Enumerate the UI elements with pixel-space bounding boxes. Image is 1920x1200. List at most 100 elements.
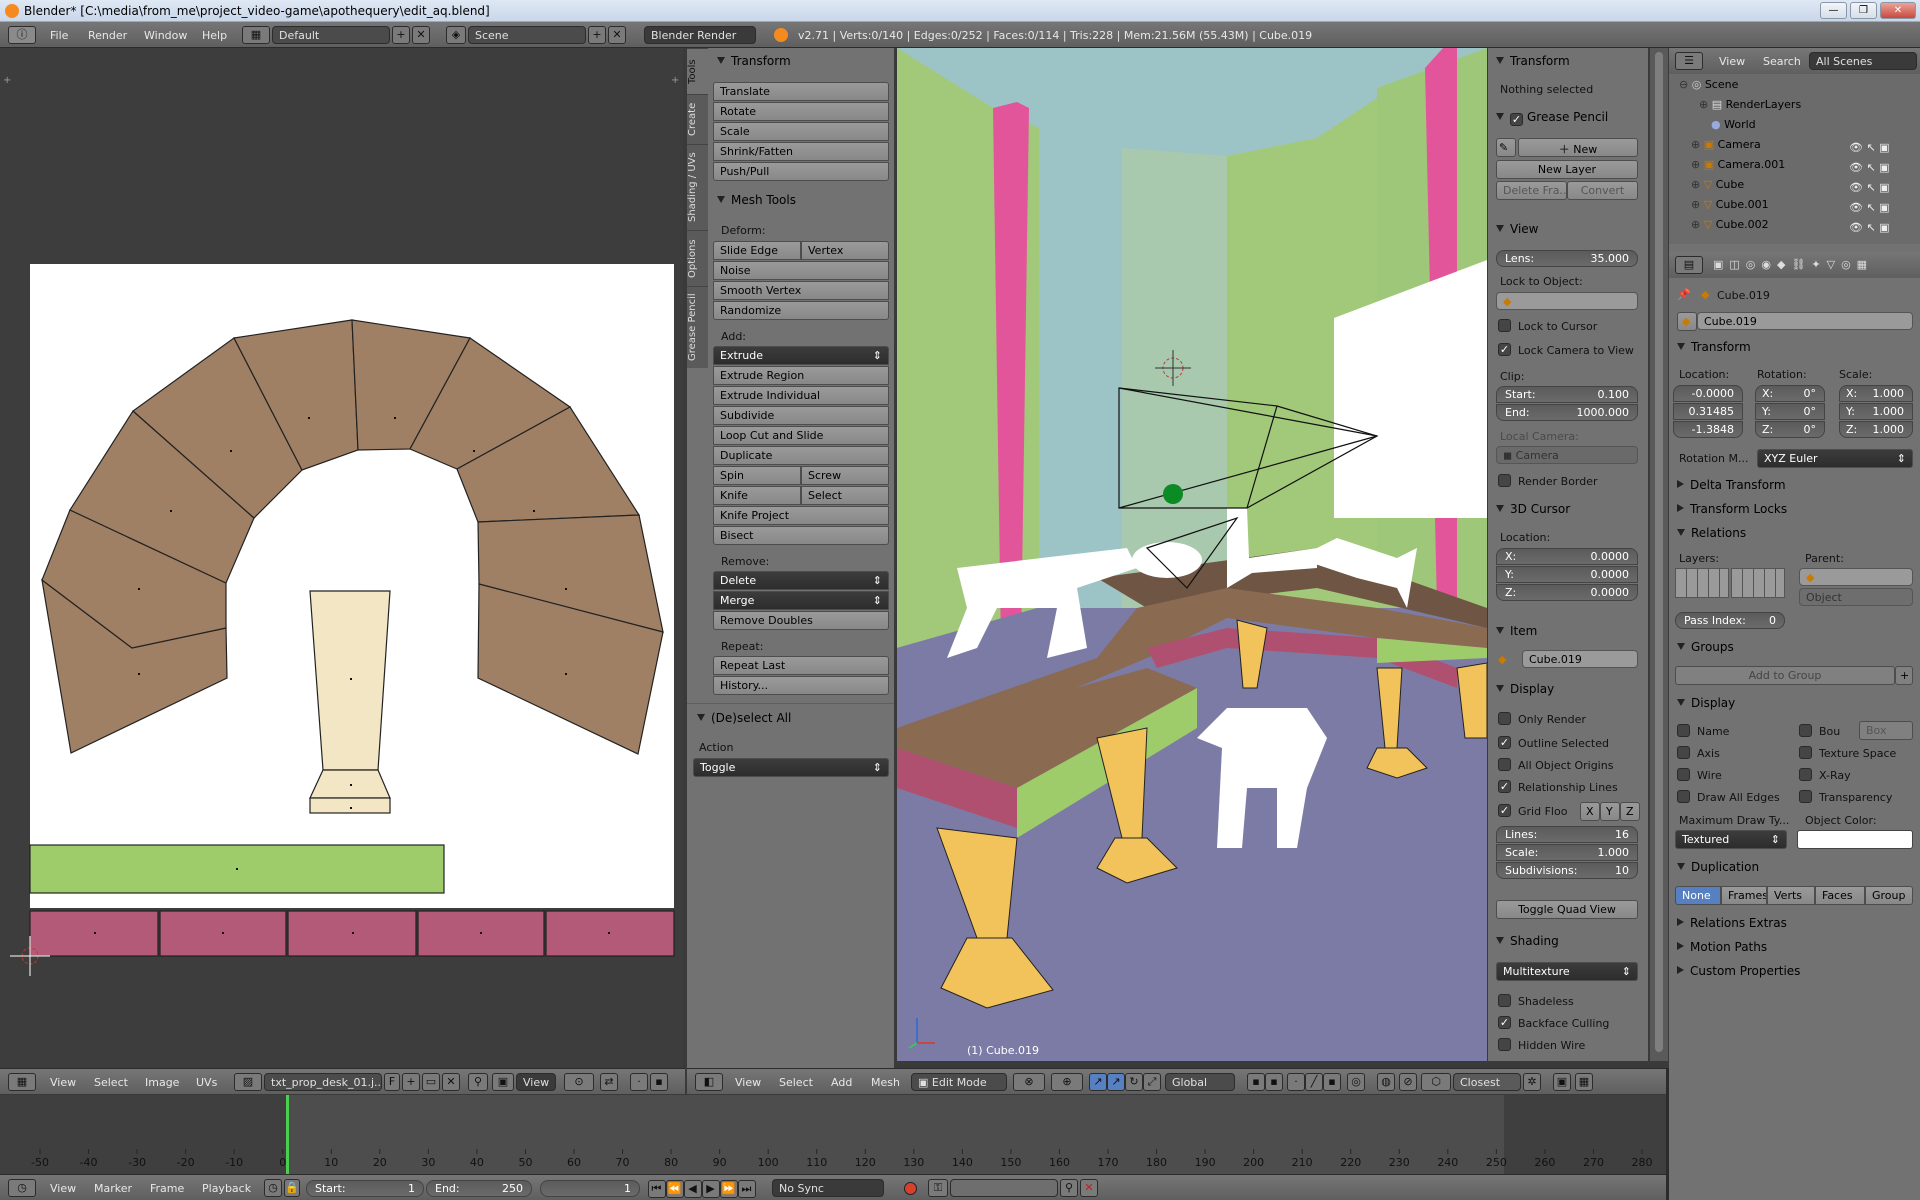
3d-select-menu[interactable]: Select: [779, 1076, 813, 1089]
pin-icon[interactable]: 📌: [1677, 288, 1691, 301]
pass-index-field[interactable]: Pass Index: 0: [1675, 612, 1785, 629]
jump-end-icon[interactable]: ⏭: [738, 1180, 756, 1198]
outliner[interactable]: ☰ View Search All Scenes ⊖ ◎ Scene ⊕ ▤ R…: [1669, 48, 1920, 244]
knife-project-button[interactable]: Knife Project: [713, 506, 889, 525]
cursor-y-field[interactable]: Y: 0.0000: [1496, 566, 1638, 583]
push-pull-button[interactable]: Push/Pull: [713, 162, 889, 181]
remove-doubles-button[interactable]: Remove Doubles: [713, 611, 889, 630]
merge-menu[interactable]: Merge ⇕: [713, 591, 889, 610]
face-mode-icon[interactable]: ▪: [1323, 1073, 1341, 1091]
render-animation-icon[interactable]: ▦: [1575, 1073, 1593, 1091]
knife-button[interactable]: Knife: [713, 486, 801, 505]
tab-shading-uvs[interactable]: Shading / UVs: [687, 144, 708, 230]
visibility-icons[interactable]: 👁 ↖ ▣ 👁 ↖ ▣ 👁 ↖ ▣ 👁 ↖ ▣ 👁 ↖ ▣: [1849, 138, 1890, 238]
scene-field[interactable]: Scene: [468, 26, 586, 44]
layers-grid-left[interactable]: [1675, 568, 1729, 598]
insert-keyframe-icon[interactable]: ⚲: [1060, 1179, 1078, 1197]
pivot-icon[interactable]: ⊙: [564, 1073, 594, 1091]
add-group-plus-icon[interactable]: +: [1895, 666, 1913, 685]
uv-view-select[interactable]: View: [516, 1073, 556, 1091]
open-image-icon[interactable]: ▭: [422, 1073, 440, 1091]
render-engine-select[interactable]: Blender Render: [644, 26, 756, 44]
translate-manipulator-icon[interactable]: ↗: [1107, 1073, 1125, 1091]
outliner-row-renderlayers[interactable]: ⊕ ▤ RenderLayers: [1699, 98, 1899, 114]
start-frame-field[interactable]: Start: 1: [306, 1180, 424, 1197]
grid-subdivisions-field[interactable]: Subdivisions: 10: [1496, 862, 1638, 879]
snap-toggle-icon[interactable]: ⊘: [1399, 1073, 1417, 1091]
3d-mesh-menu[interactable]: Mesh: [871, 1076, 900, 1089]
maximize-button[interactable]: ❐: [1850, 2, 1877, 19]
parent-type-select[interactable]: Object: [1799, 588, 1913, 606]
fake-user-button[interactable]: F: [384, 1073, 400, 1091]
prev-keyframe-icon[interactable]: ⏪: [666, 1180, 684, 1198]
draw-all-edges-checkbox[interactable]: [1677, 790, 1690, 803]
new-layer-button[interactable]: New Layer: [1496, 160, 1638, 179]
limit-selection-icon[interactable]: ◍: [1377, 1073, 1395, 1091]
parent-field[interactable]: ◆: [1799, 568, 1913, 586]
shadeless-checkbox[interactable]: [1498, 994, 1511, 1007]
new-image-icon[interactable]: +: [402, 1073, 420, 1091]
scale-button[interactable]: Scale: [713, 122, 889, 141]
rotation-mode-select[interactable]: XYZ Euler ⇕: [1757, 449, 1913, 468]
lock-object-field[interactable]: ◆: [1496, 292, 1638, 310]
n-transform-header[interactable]: Transform: [1496, 54, 1570, 74]
snap-target-select[interactable]: Closest: [1453, 1073, 1521, 1091]
clip-start-field[interactable]: Start: 0.100: [1496, 386, 1638, 403]
rotation-y-field[interactable]: Y: 0°: [1755, 403, 1825, 420]
lock-camera-to-view-checkbox[interactable]: ✓: [1498, 343, 1511, 356]
menu-file[interactable]: File: [50, 29, 68, 42]
preview-range-icon[interactable]: ◷: [264, 1179, 282, 1197]
menu-window[interactable]: Window: [144, 29, 187, 42]
image-browse-icon[interactable]: ▨: [234, 1073, 262, 1091]
layer-icon[interactable]: ▪: [1265, 1073, 1283, 1091]
uv-sync-icon[interactable]: ⇄: [600, 1073, 618, 1091]
prop-display-header[interactable]: Display: [1677, 696, 1735, 716]
outline-selected-checkbox[interactable]: ✓: [1498, 736, 1511, 749]
menu-help[interactable]: Help: [202, 29, 227, 42]
pencil-icon[interactable]: ✎: [1496, 138, 1516, 157]
timeline-frame-menu[interactable]: Frame: [150, 1182, 184, 1195]
scene-icon[interactable]: ◈: [446, 26, 466, 44]
rotate-manipulator-icon[interactable]: ↻: [1125, 1073, 1143, 1091]
jump-start-icon[interactable]: ⏮: [648, 1180, 666, 1198]
timeline[interactable]: -50 -40 -30 -20 -10 0 10 20 30 40 50 60 70 80 90 100 110…: [0, 1095, 1666, 1174]
outliner-filter-select[interactable]: All Scenes: [1809, 52, 1917, 70]
3d-editor-type-icon[interactable]: ◧: [695, 1073, 723, 1091]
toggle-quad-view-button[interactable]: Toggle Quad View: [1496, 900, 1638, 919]
grid-floor-checkbox[interactable]: ✓: [1498, 804, 1511, 817]
dup-faces-button[interactable]: Faces: [1815, 886, 1865, 905]
3d-cursor-header[interactable]: 3D Cursor: [1496, 502, 1570, 522]
dup-verts-button[interactable]: Verts: [1767, 886, 1815, 905]
grid-x-toggle[interactable]: X: [1580, 802, 1600, 821]
pivot-point-icon[interactable]: ⊕: [1051, 1073, 1083, 1091]
close-window-button[interactable]: ✕: [1880, 2, 1916, 19]
timeline-playback-menu[interactable]: Playback: [202, 1182, 251, 1195]
shading-header[interactable]: Shading: [1496, 934, 1559, 954]
tab-tools[interactable]: Tools: [687, 48, 708, 94]
play-icon[interactable]: ▶: [702, 1180, 720, 1198]
location-x-field[interactable]: -0.0000: [1673, 385, 1743, 402]
lock-range-icon[interactable]: 🔒: [284, 1179, 300, 1197]
motion-paths-header[interactable]: Motion Paths: [1677, 940, 1767, 960]
grid-lines-field[interactable]: Lines: 16: [1496, 826, 1638, 843]
snap-element-icon[interactable]: ⬡: [1421, 1073, 1451, 1091]
minimize-button[interactable]: —: [1820, 2, 1847, 19]
history-button[interactable]: History...: [713, 676, 889, 695]
layer-icon[interactable]: ▪: [1247, 1073, 1265, 1091]
transform-locks-header[interactable]: Transform Locks: [1677, 502, 1787, 522]
unlink-image-icon[interactable]: ✕: [442, 1073, 460, 1091]
extrude-menu[interactable]: Extrude ⇕: [713, 346, 889, 365]
display-header[interactable]: Display: [1496, 682, 1554, 702]
bounds-type-select[interactable]: Box: [1859, 721, 1913, 740]
info-editor-type-icon[interactable]: ⓘ: [8, 26, 36, 44]
prop-transform-header[interactable]: Transform: [1677, 340, 1751, 360]
only-render-checkbox[interactable]: [1498, 712, 1511, 725]
repeat-last-button[interactable]: Repeat Last: [713, 656, 889, 675]
npanel-scrollbar[interactable]: [1650, 48, 1668, 1061]
slide-edge-button[interactable]: Slide Edge: [713, 241, 801, 260]
edge-mode-icon[interactable]: ╱: [1305, 1073, 1323, 1091]
play-reverse-icon[interactable]: ◀: [684, 1180, 702, 1198]
view-mode-icon[interactable]: ▣: [492, 1073, 514, 1091]
current-frame-field[interactable]: 1: [540, 1180, 640, 1197]
next-keyframe-icon[interactable]: ⏩: [720, 1180, 738, 1198]
